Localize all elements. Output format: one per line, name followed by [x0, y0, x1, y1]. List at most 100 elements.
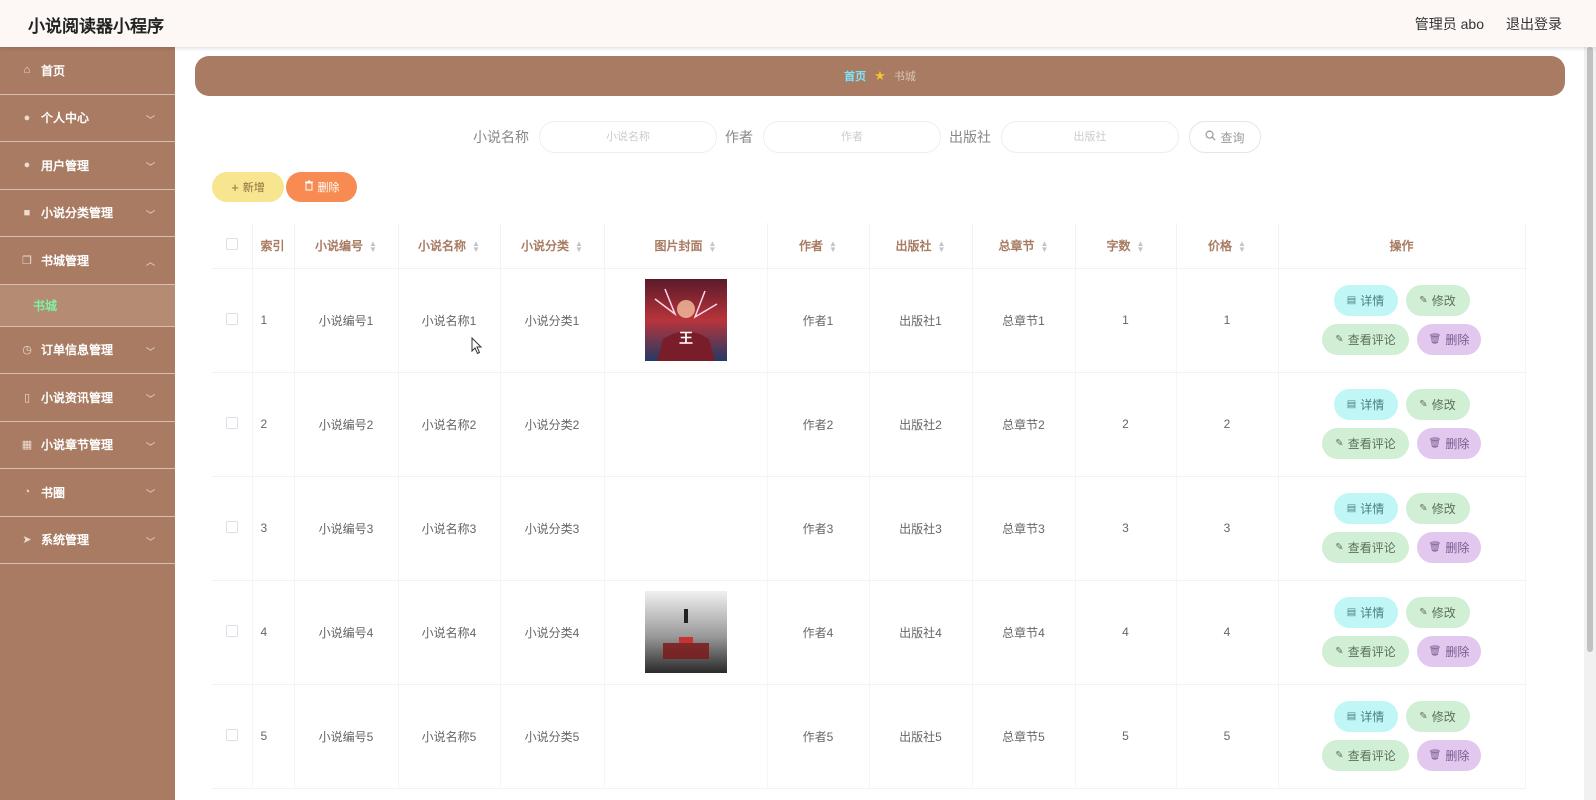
sidebar-item-8[interactable]: ◔ 书圈 ﹀: [0, 469, 175, 517]
sidebar-item-label: 个人中心: [41, 111, 90, 126]
book-table: 索引 小说编号 ▲ ▼ 小说名称 ▲ ▼ 小说分类 ▲ ▼ 图片封面 ▲ ▼ 作者 ▲ ▼ 出版社 ▲…: [212, 223, 1526, 789]
cell-chapters: 总章节3: [972, 476, 1076, 581]
chevron-down-icon: ﹀: [145, 114, 155, 125]
sort-icon[interactable]: ▲ ▼: [472, 239, 480, 253]
sidebar-item-5[interactable]: ◷ 订单信息管理 ﹀: [0, 327, 175, 374]
sort-icon[interactable]: ▲ ▼: [1041, 239, 1049, 253]
sort-icon[interactable]: ▲ ▼: [369, 239, 377, 253]
row-checkbox[interactable]: [225, 728, 238, 741]
header-words[interactable]: 字数 ▲ ▼: [1075, 223, 1177, 269]
header-name[interactable]: 小说名称 ▲ ▼: [398, 223, 501, 269]
table-header-row: 索引 小说编号 ▲ ▼ 小说名称 ▲ ▼ 小说分类 ▲ ▼ 图片封面 ▲ ▼ 作者 ▲ ▼ 出版社 ▲…: [212, 223, 1526, 269]
cell-author: 作者2: [767, 372, 870, 477]
add-button-label: 新增: [242, 182, 265, 194]
name-search-input[interactable]: [539, 121, 717, 153]
edit-button[interactable]: ✎ 修改: [1405, 285, 1470, 316]
delete-button[interactable]: 🗑 删除: [1417, 636, 1481, 667]
row-checkbox[interactable]: [225, 312, 238, 325]
sidebar-item-label: 书圈: [41, 485, 66, 500]
view-reviews-button[interactable]: ✎ 查看评论: [1322, 324, 1409, 355]
header-price[interactable]: 价格 ▲ ▼: [1176, 223, 1279, 269]
sidebar-item-label: 书城管理: [41, 253, 90, 268]
sidebar-item-4[interactable]: ❐ 书城管理 ︿: [0, 237, 175, 285]
detail-button[interactable]: ▤ 详情: [1333, 285, 1398, 316]
cell-publisher: 出版社1: [869, 268, 973, 373]
batch-delete-button[interactable]: 删除: [286, 172, 357, 202]
breadcrumb-current: 书城: [893, 71, 916, 83]
detail-button[interactable]: ▤ 详情: [1333, 701, 1398, 732]
detail-button[interactable]: ▤ 详情: [1333, 493, 1398, 524]
detail-button[interactable]: ▤ 详情: [1333, 389, 1398, 420]
sidebar-item-9[interactable]: ➤ 系统管理 ﹀: [0, 517, 175, 564]
view-reviews-button[interactable]: ✎ 查看评论: [1322, 428, 1409, 459]
logout-link[interactable]: 退出登录: [1506, 14, 1562, 34]
cell-ops: ▤ 详情 ✎ 修改 ✎ 查看评论 🗑 删除: [1278, 580, 1526, 685]
cell-chapters: 总章节4: [972, 580, 1076, 685]
trash-icon: 🗑: [1428, 542, 1442, 553]
name-search-label: 小说名称: [473, 129, 529, 145]
edit-icon: ✎: [1335, 438, 1344, 449]
sidebar-item-1[interactable]: ● 个人中心 ﹀: [0, 95, 175, 142]
delete-button[interactable]: 🗑 删除: [1417, 740, 1481, 771]
sort-icon[interactable]: ▲ ▼: [938, 239, 946, 253]
sort-icon[interactable]: ▲ ▼: [709, 239, 717, 253]
sort-icon[interactable]: ▲ ▼: [829, 239, 837, 253]
view-reviews-button[interactable]: ✎ 查看评论: [1322, 532, 1409, 563]
copy-icon: ❐: [22, 254, 32, 267]
user-icon: ●: [23, 111, 31, 124]
add-button[interactable]: + 新增: [212, 172, 284, 202]
edit-icon: ✎: [1419, 607, 1428, 618]
sidebar-item-label: 首页: [41, 63, 66, 78]
cell-category: 小说分类4: [500, 580, 605, 685]
edit-icon: ✎: [1419, 399, 1428, 410]
sidebar-item-3[interactable]: ■ 小说分类管理 ﹀: [0, 190, 175, 237]
sidebar-item-7[interactable]: ▦ 小说章节管理 ﹀: [0, 422, 175, 469]
vertical-scrollbar[interactable]: [1584, 47, 1596, 800]
sidebar-item-0[interactable]: ⌂ 首页: [0, 47, 175, 95]
admin-user-label[interactable]: 管理员 abo: [1415, 14, 1484, 34]
row-checkbox[interactable]: [225, 624, 238, 637]
delete-button-label: 删除: [1445, 749, 1470, 763]
header-publisher[interactable]: 出版社 ▲ ▼: [869, 223, 973, 269]
delete-button[interactable]: 🗑 删除: [1417, 532, 1481, 563]
sidebar-item-6[interactable]: ▯ 小说资讯管理 ﹀: [0, 374, 175, 422]
sidebar-subitem-bookstore[interactable]: 书城: [0, 284, 175, 327]
top-right-area: 管理员 abo 退出登录: [1415, 14, 1562, 34]
sidebar-item-label: 小说章节管理: [41, 438, 114, 453]
edit-button[interactable]: ✎ 修改: [1405, 701, 1470, 732]
cell-name: 小说名称4: [398, 580, 501, 685]
view-reviews-label: 查看评论: [1347, 749, 1396, 763]
svg-text:王: 王: [679, 331, 693, 347]
header-category[interactable]: 小说分类 ▲ ▼: [500, 223, 605, 269]
sort-icon[interactable]: ▲ ▼: [1238, 239, 1246, 253]
sort-icon[interactable]: ▲ ▼: [575, 239, 583, 253]
header-author[interactable]: 作者 ▲ ▼: [767, 223, 870, 269]
author-search-input[interactable]: [763, 121, 941, 153]
view-reviews-button[interactable]: ✎ 查看评论: [1322, 740, 1409, 771]
query-button[interactable]: 查询: [1189, 121, 1261, 153]
table-row: 1 小说编号1 小说名称1 小说分类1 王作者1 出版社1 总章节1 1 1 ▤ 详情 ✎ 修改 ✎ 查看评…: [212, 268, 1526, 373]
breadcrumb: 首页 ★ 书城: [195, 56, 1565, 96]
cell-price: 2: [1176, 372, 1279, 477]
breadcrumb-home[interactable]: 首页: [844, 68, 866, 84]
sort-icon[interactable]: ▲ ▼: [1137, 239, 1145, 253]
delete-button[interactable]: 🗑 删除: [1417, 324, 1481, 355]
edit-button-label: 修改: [1431, 710, 1456, 724]
header-code[interactable]: 小说编号 ▲ ▼: [294, 223, 399, 269]
edit-button[interactable]: ✎ 修改: [1405, 389, 1470, 420]
chevron-down-icon: ﹀: [145, 346, 155, 357]
row-checkbox[interactable]: [225, 520, 238, 533]
view-reviews-button[interactable]: ✎ 查看评论: [1322, 636, 1409, 667]
edit-button[interactable]: ✎ 修改: [1405, 597, 1470, 628]
publisher-search-input[interactable]: [1001, 121, 1179, 153]
cell-code: 小说编号4: [294, 580, 399, 685]
header-chapters[interactable]: 总章节 ▲ ▼: [972, 223, 1076, 269]
header-cover[interactable]: 图片封面 ▲ ▼: [604, 223, 768, 269]
select-all-checkbox[interactable]: [225, 237, 238, 250]
detail-button[interactable]: ▤ 详情: [1333, 597, 1398, 628]
delete-button[interactable]: 🗑 删除: [1417, 428, 1481, 459]
row-checkbox[interactable]: [225, 416, 238, 429]
scrollbar-thumb[interactable]: [1587, 47, 1593, 652]
sidebar-item-2[interactable]: ● 用户管理 ﹀: [0, 142, 175, 190]
edit-button[interactable]: ✎ 修改: [1405, 493, 1470, 524]
